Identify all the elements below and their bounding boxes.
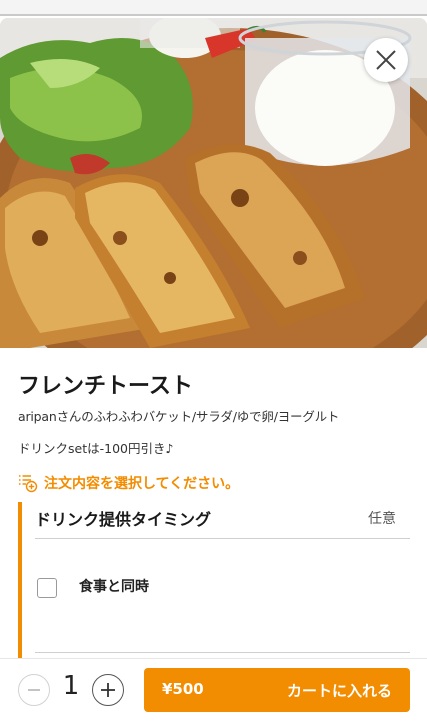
option-checkbox[interactable] bbox=[37, 578, 57, 598]
quantity-value: 1 bbox=[62, 671, 80, 701]
option-row[interactable]: 食事と同時 bbox=[35, 539, 410, 635]
close-button[interactable] bbox=[364, 38, 408, 82]
close-icon bbox=[376, 50, 396, 70]
optional-badge: 任意 bbox=[368, 511, 396, 527]
item-detail-sheet: フレンチトースト aripanさんのふわふわバケット/サラダ/ゆで卵/ヨーグルト… bbox=[0, 18, 427, 720]
add-to-cart-label: カートに入れる bbox=[286, 682, 392, 700]
list-plus-icon bbox=[19, 475, 38, 493]
decrease-quantity-button[interactable] bbox=[18, 674, 50, 706]
option-group-title: ドリンク提供タイミング bbox=[35, 510, 212, 529]
status-area-divider bbox=[0, 14, 427, 16]
option-group-accent bbox=[18, 502, 22, 682]
selection-prompt: 注文内容を選択してください。 bbox=[18, 473, 239, 493]
item-title: フレンチトースト bbox=[18, 374, 193, 399]
selection-prompt-text: 注文内容を選択してください。 bbox=[44, 476, 240, 492]
item-note: ドリンクsetは-100円引き♪ bbox=[18, 441, 174, 456]
add-to-cart-button[interactable]: ¥500 カートに入れる bbox=[144, 668, 410, 712]
increase-quantity-button[interactable] bbox=[92, 674, 124, 706]
price: ¥500 bbox=[162, 680, 204, 698]
status-area bbox=[0, 0, 427, 14]
divider bbox=[35, 652, 410, 653]
item-description: aripanさんのふわふわバケット/サラダ/ゆで卵/ヨーグルト bbox=[18, 409, 340, 424]
order-footer: 1 ¥500 カートに入れる bbox=[0, 658, 427, 721]
option-label: 食事と同時 bbox=[79, 579, 149, 595]
minus-icon bbox=[28, 689, 40, 691]
option-group-drink-timing: ドリンク提供タイミング 任意 食事と同時 bbox=[18, 502, 410, 682]
item-photo bbox=[0, 18, 427, 348]
plus-icon bbox=[101, 683, 115, 697]
